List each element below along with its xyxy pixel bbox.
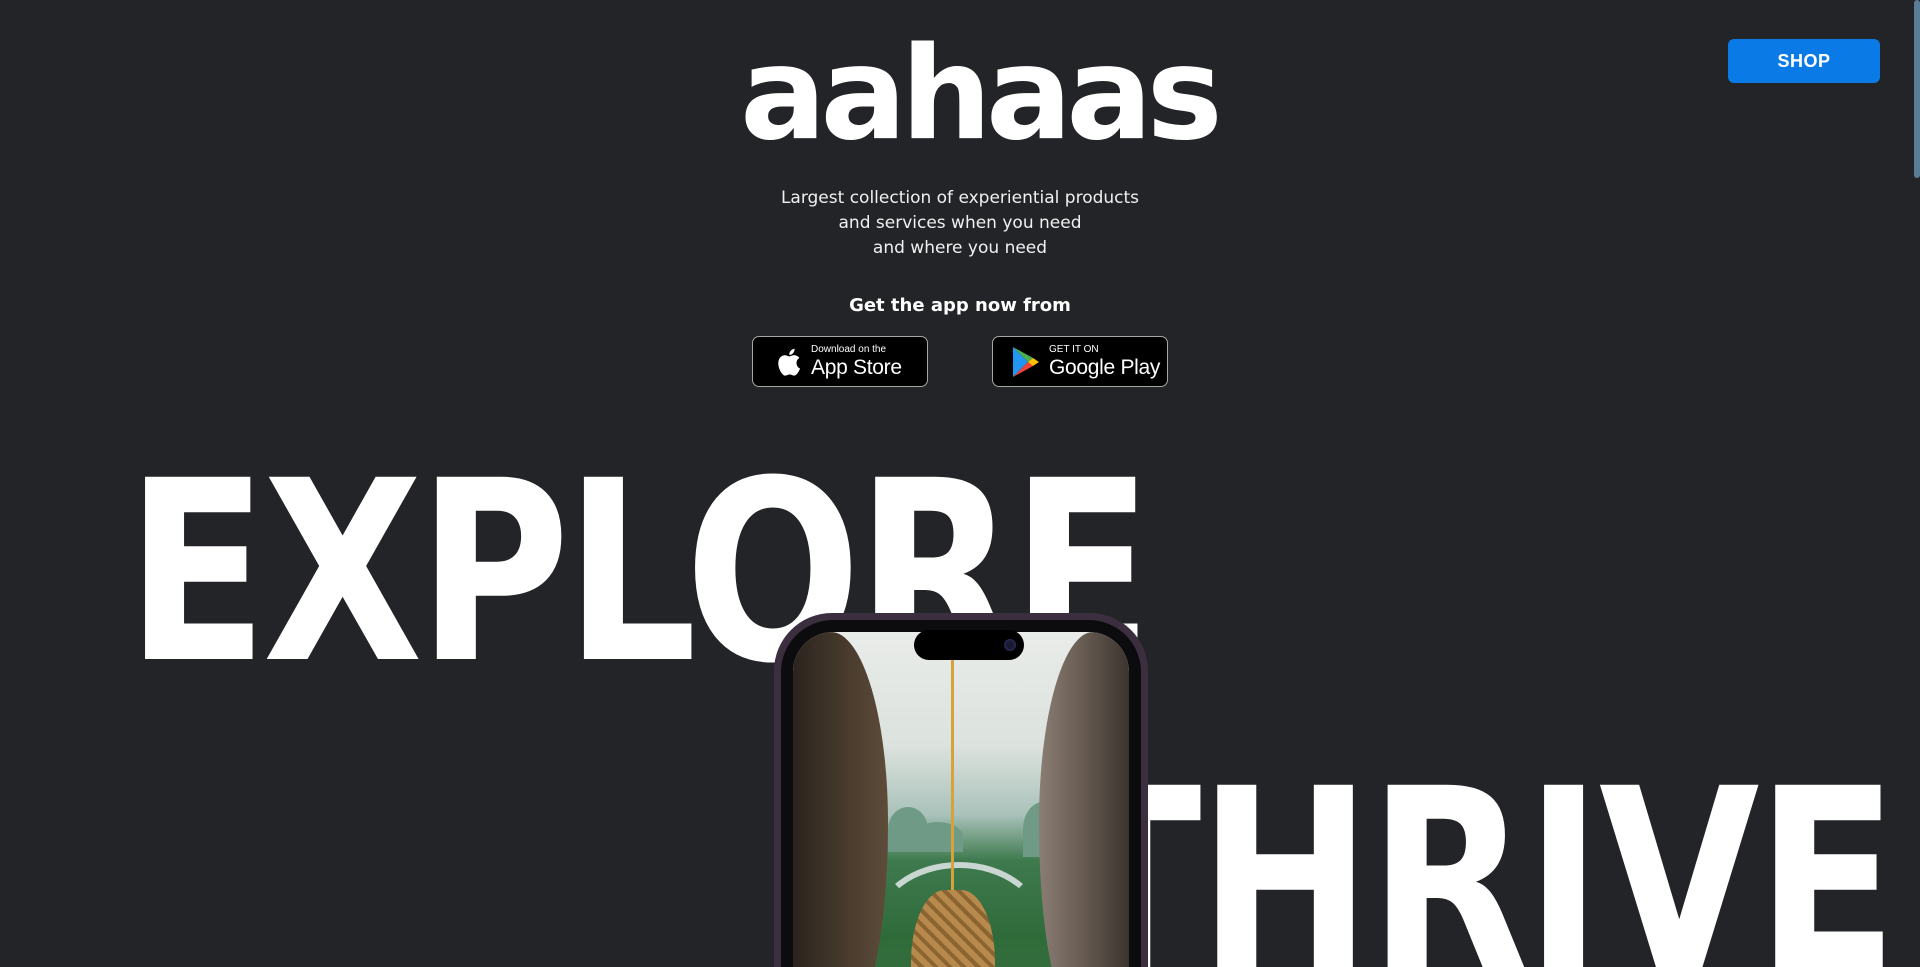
google-play-icon <box>1011 345 1041 379</box>
app-store-text: Download on the App Store <box>811 344 902 379</box>
google-play-badge[interactable]: GET IT ON Google Play <box>992 336 1168 387</box>
tagline: Largest collection of experiential produ… <box>660 186 1260 261</box>
google-play-big-label: Google Play <box>1049 356 1161 379</box>
tagline-line-2: and services when you need <box>838 213 1082 233</box>
rope <box>951 632 954 902</box>
tagline-line-1: Largest collection of experiential produ… <box>780 188 1140 208</box>
camera-icon <box>1004 639 1016 651</box>
phone-bezel <box>781 620 1141 967</box>
apple-icon <box>773 345 803 379</box>
aahaas-logo: aahaas <box>740 20 1223 169</box>
app-store-badge[interactable]: Download on the App Store <box>752 336 928 387</box>
dynamic-island <box>914 630 1024 660</box>
app-store-big-label: App Store <box>811 356 902 379</box>
scrollbar-thumb[interactable] <box>1914 0 1920 178</box>
shop-button[interactable]: SHOP <box>1728 39 1880 83</box>
landing-page: SHOP aahaas Largest collection of experi… <box>0 0 1920 967</box>
app-store-small-label: Download on the <box>811 344 887 355</box>
phone-mockup <box>774 613 1148 967</box>
phone-screen-image <box>793 632 1129 967</box>
google-play-small-label: GET IT ON <box>1049 344 1099 355</box>
google-play-text: GET IT ON Google Play <box>1049 344 1161 379</box>
get-app-heading: Get the app now from <box>849 295 1071 316</box>
cave-wall-right <box>1039 632 1129 967</box>
thrive-headline: THRIVE <box>1060 735 1898 967</box>
tagline-line-3: and where you need <box>872 238 1048 258</box>
mountain-shape <box>913 822 963 852</box>
cave-wall-left <box>793 632 888 967</box>
